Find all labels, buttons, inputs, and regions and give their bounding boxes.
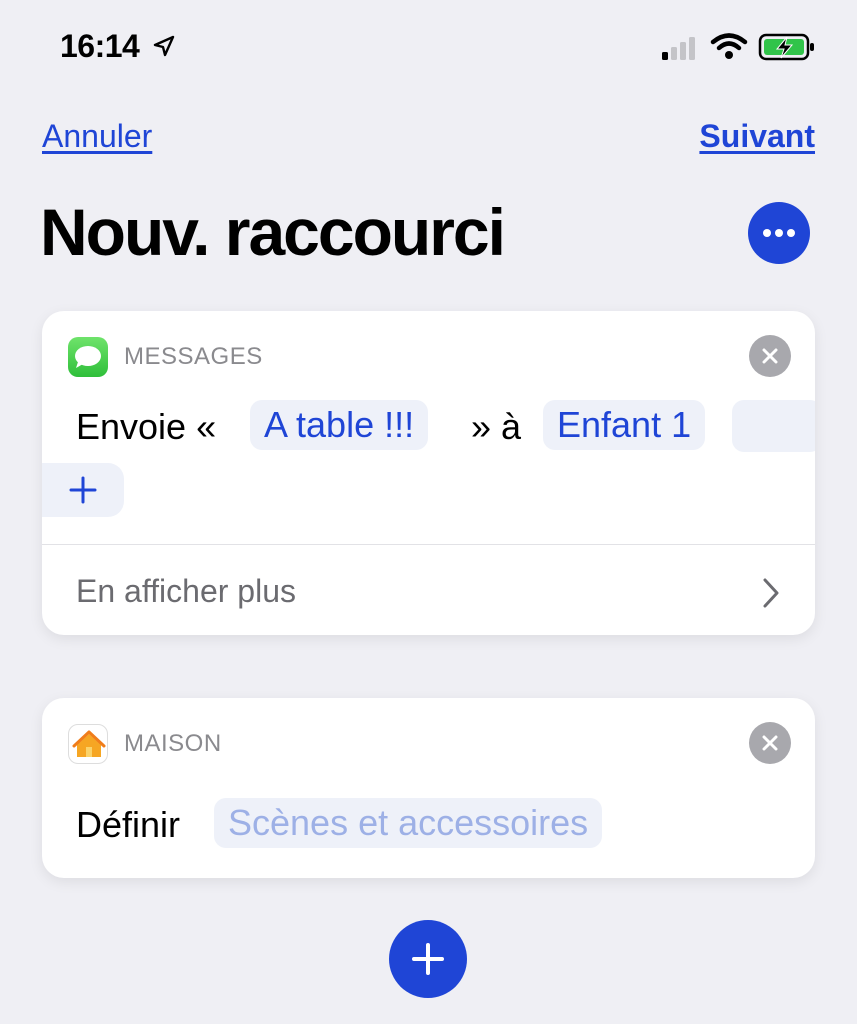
home-icon bbox=[68, 724, 108, 764]
cancel-button[interactable]: Annuler bbox=[42, 118, 152, 155]
page-title: Nouv. raccourci bbox=[40, 195, 506, 269]
action-prefix: Envoie « bbox=[76, 406, 217, 447]
wifi-icon bbox=[710, 33, 748, 59]
close-icon bbox=[762, 348, 778, 364]
plus-icon bbox=[412, 943, 444, 975]
divider bbox=[42, 544, 815, 545]
status-time: 16:14 bbox=[60, 28, 140, 64]
messages-icon bbox=[68, 337, 108, 377]
show-more-button[interactable]: En afficher plus bbox=[76, 573, 296, 610]
remove-action-button[interactable] bbox=[749, 722, 791, 764]
next-button[interactable]: Suivant bbox=[699, 118, 815, 155]
close-icon bbox=[762, 735, 778, 751]
remove-action-button[interactable] bbox=[749, 335, 791, 377]
location-arrow-icon bbox=[153, 35, 175, 57]
app-name: MAISON bbox=[124, 730, 222, 757]
action-prefix: Définir bbox=[76, 804, 181, 845]
ellipsis-icon bbox=[763, 229, 795, 237]
add-recipient-button[interactable] bbox=[42, 463, 124, 517]
recipient-add-token[interactable] bbox=[732, 400, 815, 452]
message-token[interactable]: A table !!! bbox=[250, 400, 429, 450]
action-card-home: MAISON Définir Scènes et accessoires bbox=[42, 698, 815, 878]
more-options-button[interactable] bbox=[748, 202, 810, 264]
scenes-accessories-token[interactable]: Scènes et accessoires bbox=[214, 798, 603, 848]
status-bar: 16:14 bbox=[0, 0, 857, 90]
plus-icon bbox=[69, 476, 97, 504]
recipient-token[interactable]: Enfant 1 bbox=[543, 400, 706, 450]
app-name: MESSAGES bbox=[124, 343, 263, 370]
action-card-messages: MESSAGES Envoie « A table !!! » à Enfant… bbox=[42, 311, 815, 635]
signal-icon bbox=[662, 37, 695, 60]
battery-charging-icon bbox=[758, 33, 814, 61]
chevron-right-icon[interactable] bbox=[761, 577, 781, 609]
add-action-button[interactable] bbox=[389, 920, 467, 998]
action-middle: » à bbox=[471, 406, 522, 447]
